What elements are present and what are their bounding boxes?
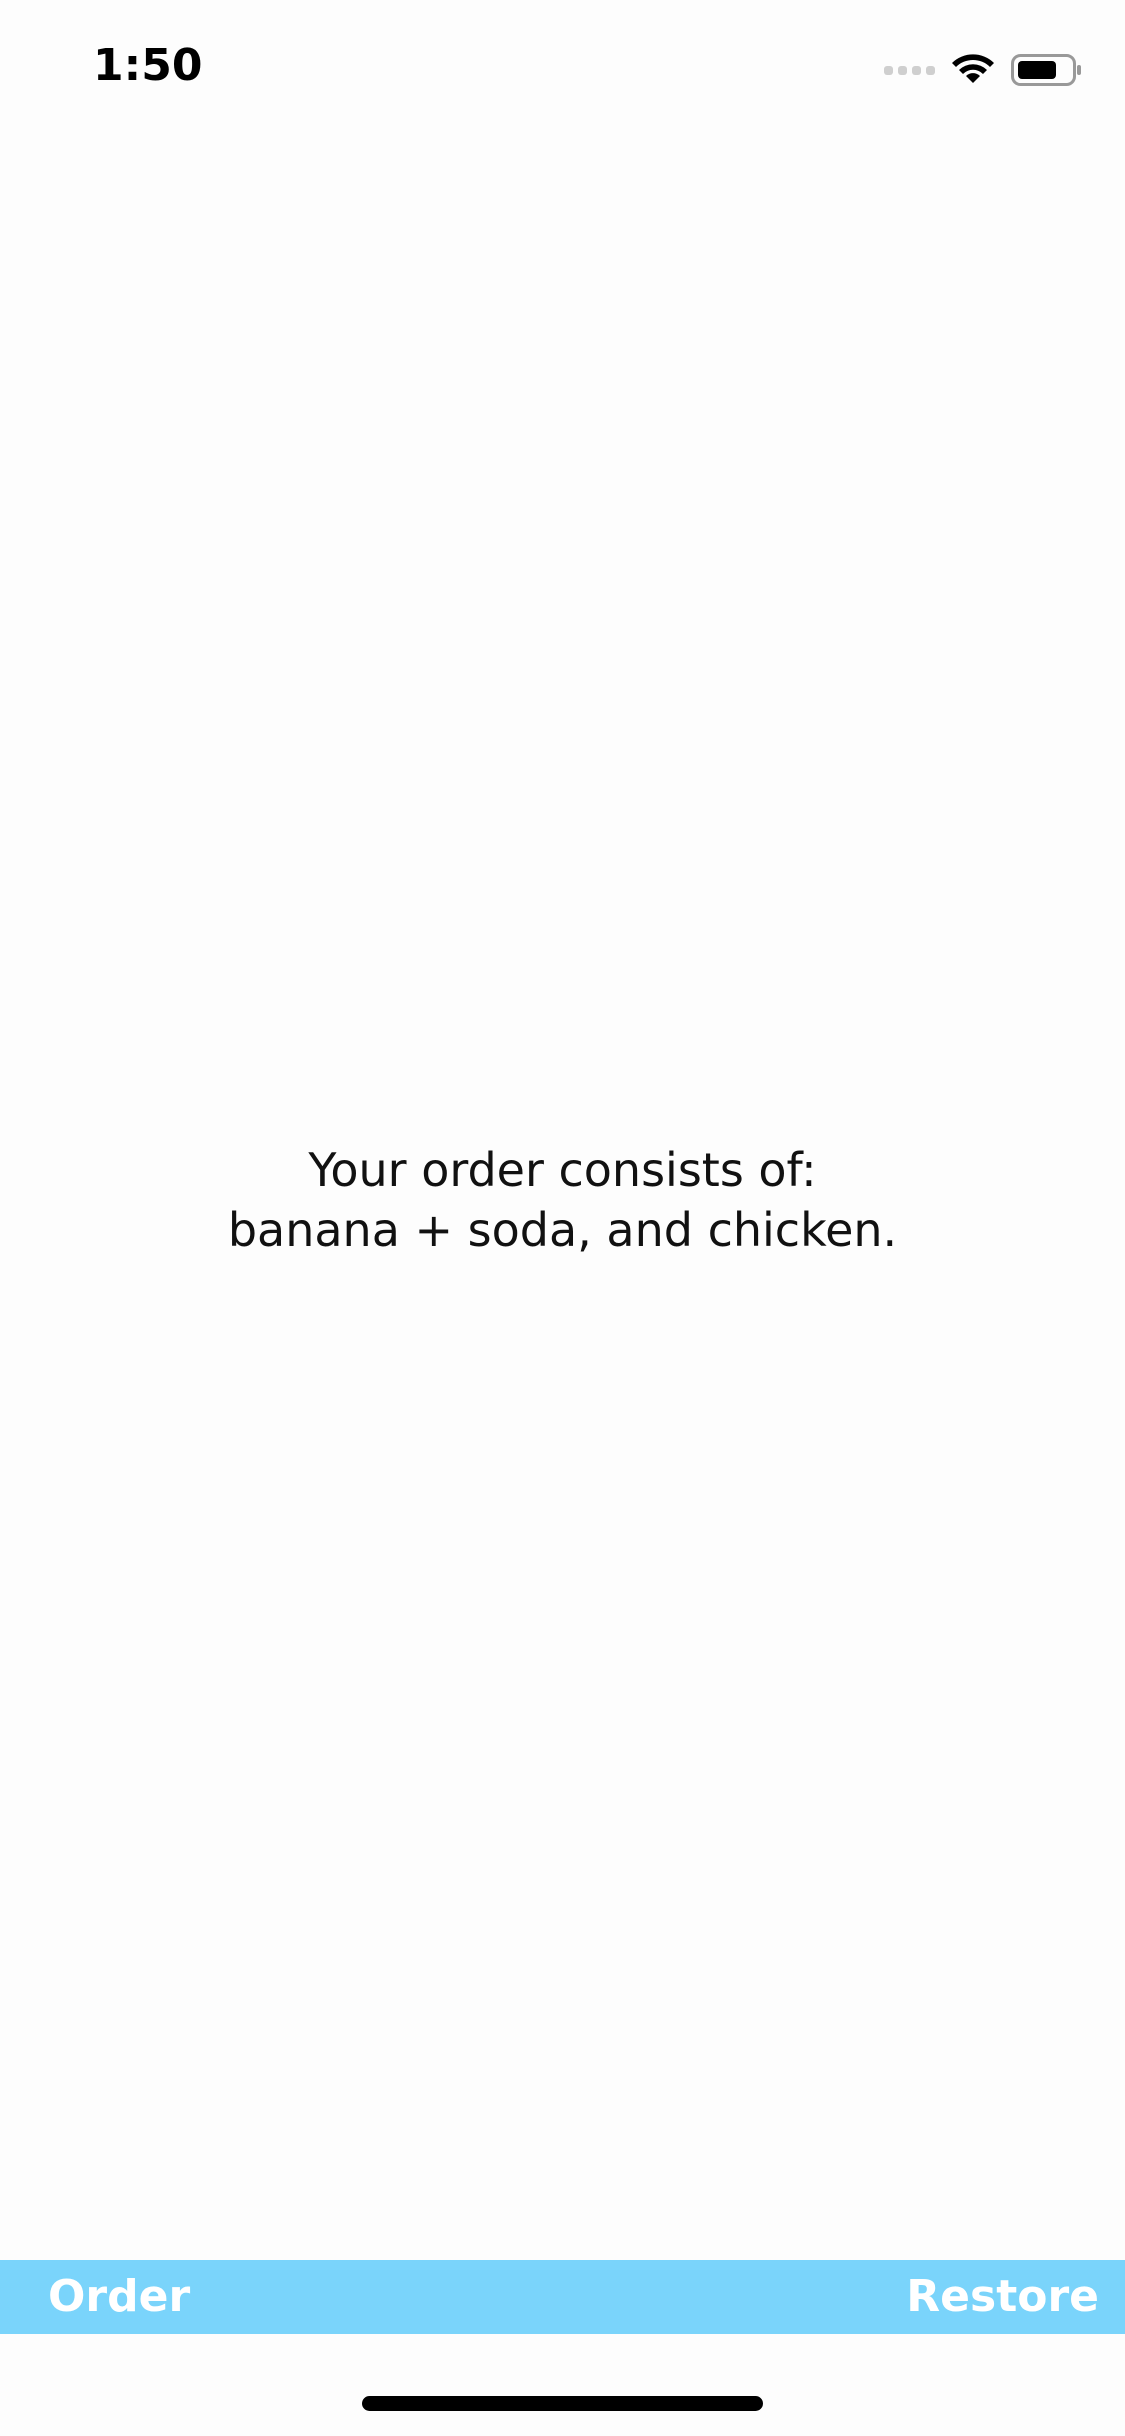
battery-icon <box>1011 54 1081 86</box>
restore-button[interactable]: Restore <box>906 2260 1099 2334</box>
order-button[interactable]: Order <box>48 2260 190 2334</box>
home-indicator[interactable] <box>362 2396 763 2411</box>
status-time: 1:50 <box>93 40 203 91</box>
order-summary-title: Your order consists of: <box>308 1143 817 1197</box>
wifi-icon <box>952 54 994 83</box>
status-bar: 1:50 <box>0 0 1125 140</box>
order-summary-area: Your order consists of: banana + soda, a… <box>0 140 1125 2260</box>
status-icons <box>884 50 1083 90</box>
cellular-signal-icon <box>884 65 935 75</box>
order-summary-items: banana + soda, and chicken. <box>227 1203 898 1257</box>
order-summary-text: Your order consists of: banana + soda, a… <box>0 1140 1125 1260</box>
bottom-toolbar: Order Restore <box>0 2260 1125 2334</box>
